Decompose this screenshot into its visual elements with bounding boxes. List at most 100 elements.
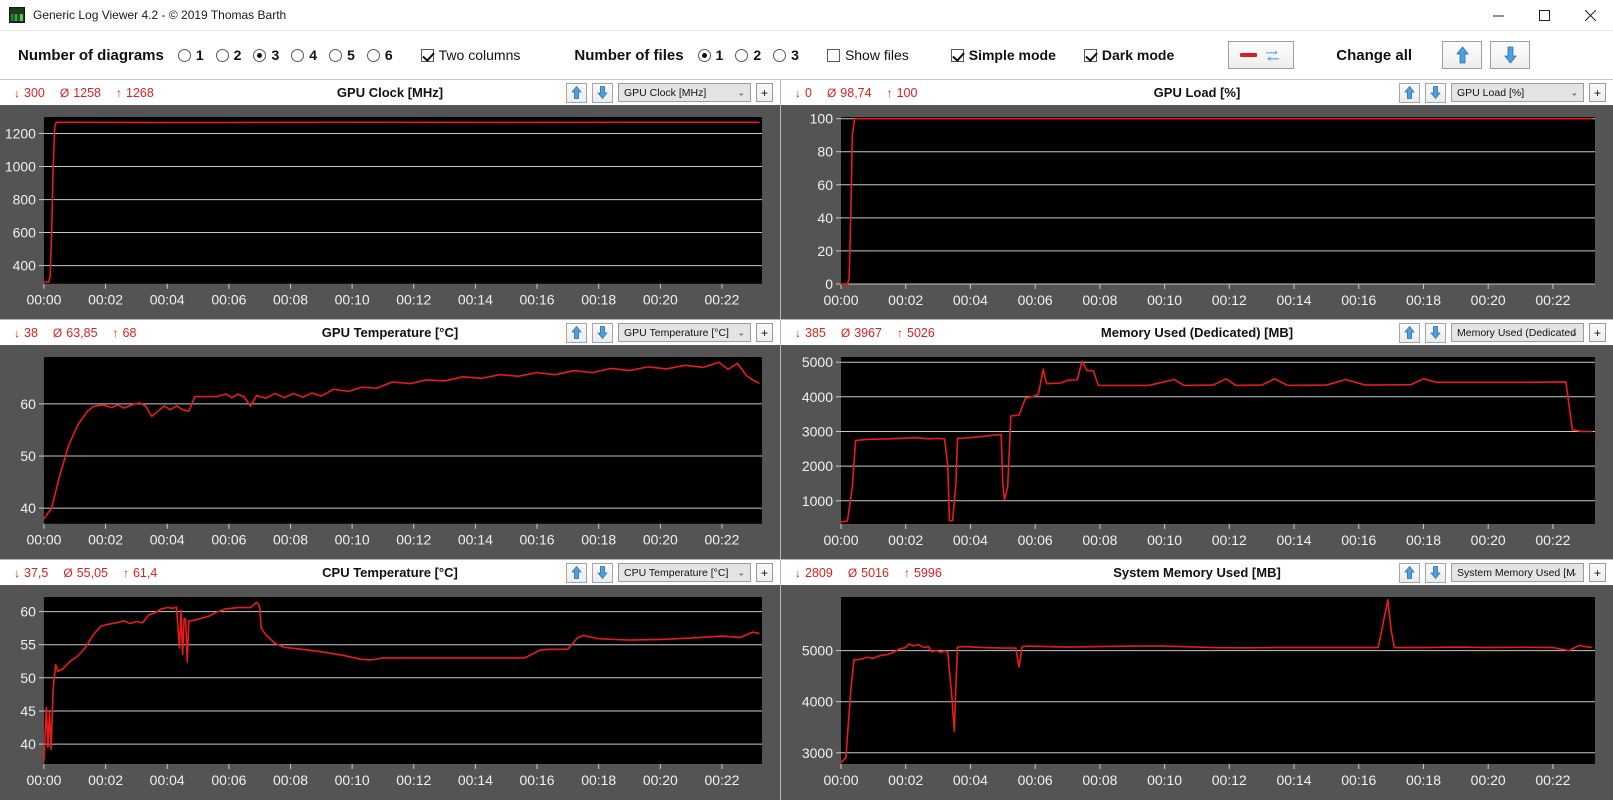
svg-text:00:08: 00:08 xyxy=(1082,772,1117,788)
svg-text:45: 45 xyxy=(20,703,36,719)
svg-text:00:04: 00:04 xyxy=(953,292,988,308)
number-of-files-radios: 1 2 3 xyxy=(697,47,811,63)
sensor-select-cpu-temperature[interactable]: CPU Temperature [°C] ⌄ xyxy=(618,563,751,582)
plot-area-memory-used-dedicated[interactable]: 1000 2000 3000 4000 5000 00:00 00:02 00:04 00:06… xyxy=(781,345,1613,559)
add-series-button[interactable]: + xyxy=(1589,323,1606,342)
sensor-select-value: CPU Temperature [°C] xyxy=(624,566,729,579)
max-value: 68 xyxy=(122,325,137,340)
average-icon: Ø xyxy=(840,325,851,340)
svg-text:00:08: 00:08 xyxy=(1082,292,1117,308)
checkbox-dark-mode[interactable]: Dark mode xyxy=(1083,47,1174,63)
plot-area-system-memory-used[interactable]: 3000 4000 5000 00:00 00:02 00:04 00:06 00:08 00:… xyxy=(781,585,1613,800)
up-arrow-icon xyxy=(571,565,582,579)
svg-text:00:00: 00:00 xyxy=(823,292,858,308)
chart-svg: 0 20 40 60 80 100 00:00 00:02 00:04 00:06 00:08 00:… xyxy=(781,105,1613,319)
move-up-button[interactable] xyxy=(1399,322,1420,343)
add-series-button[interactable]: + xyxy=(756,83,773,102)
radio-files-3[interactable]: 3 xyxy=(773,47,799,63)
avg-stat: Ø 55,05 xyxy=(63,566,108,580)
sensor-select-memory-used-dedicated[interactable]: Memory Used (Dedicated ⌄ xyxy=(1451,323,1584,342)
sensor-select-gpu-clock[interactable]: GPU Clock [MHz] ⌄ xyxy=(618,83,751,102)
radio-files-1[interactable]: 1 xyxy=(697,47,723,63)
move-up-button[interactable] xyxy=(566,82,587,103)
checkbox-two-columns[interactable]: Two columns xyxy=(420,47,520,63)
svg-text:00:20: 00:20 xyxy=(643,292,678,308)
add-series-button[interactable]: + xyxy=(756,563,773,582)
plot-area-cpu-temperature[interactable]: 40 45 50 55 60 00:00 00:02 00:04 00:06 00:08 00:10… xyxy=(0,585,780,800)
avg-stat: Ø 5016 xyxy=(848,566,889,580)
diagram-panel-cpu-temperature: ↓ 37,5 Ø 55,05 ↑ 61,4 CPU Temperature [°C] CPU … xyxy=(0,560,781,800)
radio-diagrams-4[interactable]: 4 xyxy=(291,47,317,63)
move-up-button[interactable] xyxy=(1399,82,1420,103)
minimize-button[interactable] xyxy=(1475,0,1521,31)
move-down-button[interactable] xyxy=(592,82,613,103)
max-value: 100 xyxy=(896,85,918,100)
radio-diagrams-1[interactable]: 1 xyxy=(177,47,204,63)
svg-text:60: 60 xyxy=(817,177,833,193)
down-arrow-icon xyxy=(597,326,608,340)
move-down-button[interactable] xyxy=(1425,322,1446,343)
svg-text:600: 600 xyxy=(13,225,37,241)
min-value: 37,5 xyxy=(24,565,49,580)
diagram-panel-memory-used-dedicated: ↓ 385 Ø 3967 ↑ 5026 Memory Used (Dedicated) [M… xyxy=(781,320,1613,560)
svg-text:00:14: 00:14 xyxy=(1276,772,1311,788)
svg-text:00:14: 00:14 xyxy=(458,532,493,548)
svg-text:00:16: 00:16 xyxy=(520,532,555,548)
sync-arrows-icon xyxy=(1266,49,1280,62)
avg-value: 98,74 xyxy=(840,85,872,100)
change-all-up-button[interactable] xyxy=(1442,41,1483,69)
sensor-select-gpu-temperature[interactable]: GPU Temperature [°C] ⌄ xyxy=(618,323,751,342)
average-icon: Ø xyxy=(52,325,63,340)
max-stat: ↑ 5996 xyxy=(904,566,942,580)
svg-text:1000: 1000 xyxy=(5,159,36,175)
move-down-button[interactable] xyxy=(1425,82,1446,103)
svg-text:00:04: 00:04 xyxy=(150,292,185,308)
checkbox-show-files[interactable]: Show files xyxy=(826,47,909,63)
move-up-button[interactable] xyxy=(1399,562,1420,583)
checkbox-simple-mode[interactable]: Simple mode xyxy=(950,47,1056,63)
sensor-select-system-memory-used[interactable]: System Memory Used [M ⌄ xyxy=(1451,563,1584,582)
reset-sync-button[interactable] xyxy=(1228,41,1295,69)
change-all-down-button[interactable] xyxy=(1490,41,1531,69)
close-button[interactable] xyxy=(1567,0,1613,31)
avg-stat: Ø 63,85 xyxy=(53,326,98,340)
move-down-button[interactable] xyxy=(1425,562,1446,583)
min-arrow-icon: ↓ xyxy=(14,85,20,100)
radio-label: 1 xyxy=(195,47,204,63)
svg-text:00:10: 00:10 xyxy=(335,772,370,788)
radio-label: 2 xyxy=(233,47,242,63)
move-down-button[interactable] xyxy=(592,562,613,583)
svg-text:3000: 3000 xyxy=(802,424,833,440)
svg-text:5000: 5000 xyxy=(802,643,833,659)
min-value: 0 xyxy=(805,85,812,100)
radio-diagrams-6[interactable]: 6 xyxy=(366,47,393,63)
chevron-down-icon: ⌄ xyxy=(1570,327,1578,337)
down-arrow-icon xyxy=(1430,86,1441,100)
add-series-button[interactable]: + xyxy=(1589,83,1606,102)
radio-files-2[interactable]: 2 xyxy=(735,47,761,63)
move-up-button[interactable] xyxy=(566,322,587,343)
chevron-down-icon: ⌄ xyxy=(737,327,745,337)
maximize-button[interactable] xyxy=(1521,0,1567,31)
checkmark-icon xyxy=(1083,48,1097,62)
radio-label: 4 xyxy=(309,47,318,63)
svg-text:0: 0 xyxy=(825,276,833,292)
minus-icon xyxy=(1240,53,1258,57)
svg-text:00:10: 00:10 xyxy=(1147,772,1182,788)
move-down-button[interactable] xyxy=(592,322,613,343)
radio-diagrams-5[interactable]: 5 xyxy=(329,47,355,63)
radio-diagrams-2[interactable]: 2 xyxy=(215,47,242,63)
sensor-select-gpu-load[interactable]: GPU Load [%] ⌄ xyxy=(1451,83,1584,102)
move-up-button[interactable] xyxy=(566,562,587,583)
add-series-button[interactable]: + xyxy=(756,323,773,342)
radio-diagrams-3[interactable]: 3 xyxy=(253,47,279,63)
plot-area-gpu-temperature[interactable]: 40 50 60 00:00 00:02 00:04 00:06 00:08 00:10 00:1… xyxy=(0,345,780,559)
plot-area-gpu-clock[interactable]: 400 600 800 1000 1200 00:00 00:02 00:04 00:06 00:… xyxy=(0,105,780,319)
avg-stat: Ø 1258 xyxy=(60,86,101,100)
add-series-button[interactable]: + xyxy=(1589,563,1606,582)
up-arrow-icon xyxy=(571,85,582,99)
plot-area-gpu-load[interactable]: 0 20 40 60 80 100 00:00 00:02 00:04 00:06 00:08 00:… xyxy=(781,105,1613,319)
svg-text:00:06: 00:06 xyxy=(211,772,246,788)
min-arrow-icon: ↓ xyxy=(795,325,801,340)
svg-text:00:16: 00:16 xyxy=(1341,532,1376,548)
